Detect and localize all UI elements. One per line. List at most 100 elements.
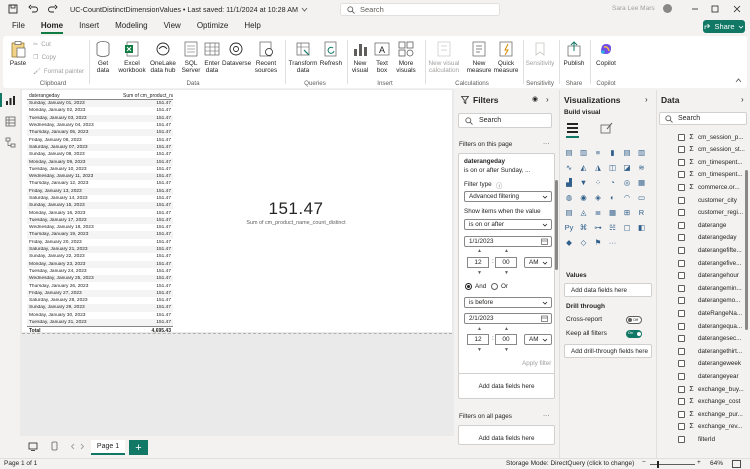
hour-1-down-icon[interactable]: ▼	[477, 270, 482, 276]
visual-funnel-icon[interactable]: ▼	[579, 178, 589, 188]
page-tab-1[interactable]: Page 1	[91, 440, 125, 455]
hour-2-input[interactable]: 12	[467, 334, 489, 345]
zoom-out-icon[interactable]: −	[642, 459, 646, 466]
hour-2-down-icon[interactable]: ▼	[477, 347, 482, 353]
table-row[interactable]: Tuesday, January 17, 2023 151.47	[27, 216, 173, 225]
text-box-button[interactable]: A Text box	[372, 40, 392, 74]
data-field-item[interactable]: daterange	[678, 219, 726, 231]
visual-key-influencers-icon[interactable]: ⌘	[579, 223, 589, 233]
visual-line-icon[interactable]: ∿	[564, 163, 574, 173]
visual-pie-icon[interactable]: ◔	[608, 178, 618, 188]
table-row[interactable]: Friday, January 27, 2023 151.47	[27, 289, 173, 298]
data-search-input[interactable]: Search	[659, 112, 747, 125]
table-row[interactable]: Monday, January 09, 2023 151.47	[27, 158, 173, 166]
field-checkbox[interactable]	[678, 133, 685, 141]
quick-measure-button[interactable]: Quick measure	[493, 40, 519, 74]
data-field-item[interactable]: daterangemin...	[678, 282, 742, 294]
field-checkbox[interactable]	[678, 183, 685, 191]
visual-line-column-icon[interactable]: ◫	[608, 163, 618, 173]
table-row[interactable]: Saturday, January 28, 2023 151.47	[27, 297, 173, 304]
data-field-item[interactable]: daterangequa...	[678, 320, 742, 332]
and-radio[interactable]	[465, 283, 472, 290]
hour-2-up-icon[interactable]: ▲	[477, 326, 482, 332]
visual-map-icon[interactable]: ◍	[564, 193, 574, 203]
condition-2-dropdown[interactable]: is before	[464, 297, 552, 308]
field-checkbox[interactable]	[678, 234, 685, 242]
visual-clustered-bar-icon[interactable]: ≡	[593, 148, 603, 158]
field-checkbox[interactable]	[678, 347, 685, 355]
field-checkbox[interactable]	[678, 209, 685, 217]
format-painter-button[interactable]: 🖌 Format painter	[33, 67, 84, 76]
data-field-item[interactable]: Σcm_timespent...	[678, 156, 742, 168]
undo-icon[interactable]	[26, 2, 40, 16]
copilot-button[interactable]: Copilot	[593, 40, 619, 67]
data-field-item[interactable]: daterangemo...	[678, 295, 740, 307]
filter-all-pages-drop-well[interactable]: Add data fields here	[458, 425, 555, 445]
desktop-layout-icon[interactable]	[28, 442, 38, 451]
refresh-button[interactable]: Refresh	[319, 40, 343, 67]
visual-power-apps-icon[interactable]: ◆	[564, 238, 574, 248]
table-row[interactable]: Tuesday, January 31, 2023 151.47	[27, 318, 173, 327]
visual-stacked-column-icon[interactable]: ▥	[579, 148, 589, 158]
data-field-item[interactable]: daterangesec...	[678, 333, 741, 345]
save-icon[interactable]	[6, 2, 20, 16]
table-visual[interactable]: daterangeday Sum of cm_product_name_coun…	[27, 92, 173, 334]
table-row[interactable]: Friday, January 06, 2023 151.47	[27, 136, 173, 143]
tab-optimize[interactable]: Optimize	[189, 19, 237, 34]
dataverse-button[interactable]: Dataverse	[222, 40, 251, 67]
table-row[interactable]: Wednesday, January 04, 2023 151.47	[27, 122, 173, 129]
values-well[interactable]: Add data fields here	[564, 283, 652, 297]
data-scrollbar[interactable]	[745, 170, 748, 330]
visual-more-icon[interactable]: ···	[608, 238, 618, 248]
visual-donut-icon[interactable]: ◎	[622, 178, 632, 188]
table-row[interactable]: Monday, January 23, 2023 151.47	[27, 260, 173, 268]
data-field-item[interactable]: Σexchange_cost	[678, 396, 740, 408]
tab-home[interactable]: Home	[33, 19, 71, 34]
new-visual-button[interactable]: New visual	[349, 40, 371, 74]
table-row[interactable]: Sunday, January 15, 2023 151.47	[27, 202, 173, 210]
visual-stacked-bar-icon[interactable]: ▤	[564, 148, 574, 158]
filters-scrollbar[interactable]	[555, 180, 558, 270]
table-row[interactable]: Saturday, January 21, 2023 151.47	[27, 245, 173, 254]
data-field-item[interactable]: daterangeweek	[678, 358, 741, 370]
model-view-icon[interactable]	[5, 137, 16, 148]
visual-100-column-icon[interactable]: ▥	[637, 148, 647, 158]
table-row[interactable]: Sunday, January 08, 2023 151.47	[27, 151, 173, 158]
visual-kpi-icon[interactable]: ◬	[579, 208, 589, 218]
format-visual-icon[interactable]	[600, 121, 613, 134]
table-row[interactable]: Sunday, January 01, 2023 151.47	[27, 100, 173, 108]
data-field-item[interactable]: Σexchange_rev...	[678, 421, 742, 433]
field-checkbox[interactable]	[678, 398, 685, 406]
table-row[interactable]: Tuesday, January 24, 2023 151.47	[27, 268, 173, 275]
visual-azure-map-icon[interactable]: ◐	[608, 193, 618, 203]
visual-shape-map-icon[interactable]: ◈	[593, 193, 603, 203]
apply-filter-button[interactable]: Apply filter	[522, 360, 551, 367]
tab-help[interactable]: Help	[236, 19, 268, 34]
tab-modeling[interactable]: Modeling	[107, 19, 155, 34]
field-checkbox[interactable]	[678, 158, 685, 166]
visual-filled-map-icon[interactable]: ◉	[579, 193, 589, 203]
data-field-item[interactable]: dateRangeNa...	[678, 307, 742, 319]
publish-button[interactable]: Publish	[562, 40, 586, 67]
table-row[interactable]: Sunday, January 29, 2023 151.47	[27, 304, 173, 312]
data-field-item[interactable]: daterangefifte...	[678, 244, 742, 256]
table-row[interactable]: Monday, January 16, 2023 151.47	[27, 209, 173, 216]
visual-slicer-icon[interactable]: ≣	[593, 208, 603, 218]
date-2-input[interactable]: 2/1/2023	[464, 313, 552, 324]
chevron-right-icon[interactable]: ›	[546, 95, 549, 104]
field-checkbox[interactable]	[678, 272, 685, 280]
data-field-item[interactable]: daterangeday	[678, 232, 737, 244]
field-checkbox[interactable]	[678, 322, 685, 330]
or-radio[interactable]	[491, 283, 498, 290]
visual-area-icon[interactable]: ◭	[579, 163, 589, 173]
sql-server-button[interactable]: SQL Server	[180, 40, 202, 74]
paste-button[interactable]: Paste	[7, 40, 29, 67]
visual-treemap-icon[interactable]: ▦	[637, 178, 647, 188]
visual-decomposition-icon[interactable]: ⊶	[593, 223, 603, 233]
visual-paginated-icon[interactable]: ◧	[637, 223, 647, 233]
table-row[interactable]: Thursday, January 05, 2023 151.47	[27, 129, 173, 137]
chevron-right-icon[interactable]: ›	[741, 95, 744, 104]
minute-2-input[interactable]: 00	[495, 334, 517, 345]
field-checkbox[interactable]	[678, 171, 685, 179]
share-button[interactable]: Share	[703, 20, 745, 33]
